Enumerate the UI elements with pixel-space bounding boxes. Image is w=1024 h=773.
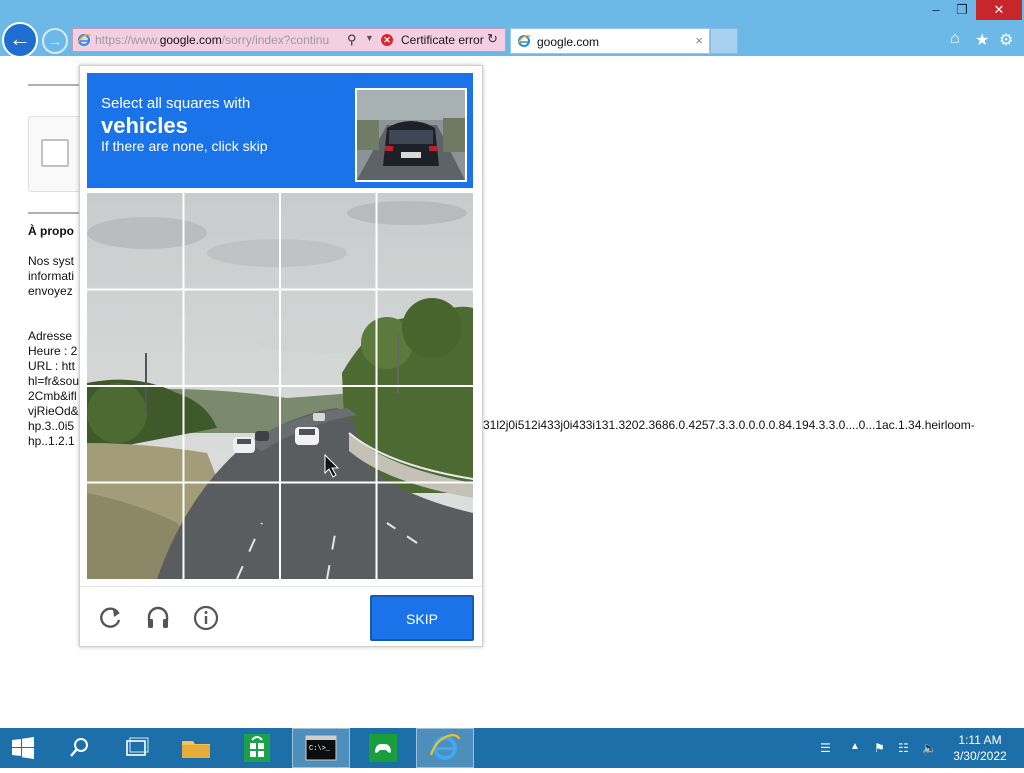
info-icon[interactable]: [193, 605, 219, 631]
close-window-button[interactable]: ✕: [976, 0, 1022, 20]
browser-chrome: – ❐ ✕ ← → https://www.google.com/sorry/i…: [0, 0, 1024, 58]
body-line: Nos syst: [28, 254, 75, 268]
grid-tile[interactable]: [87, 290, 182, 385]
grid-tile[interactable]: [378, 484, 473, 579]
detail-line: hp.3..0i5: [28, 419, 75, 433]
detail-line: hl=fr&sou: [28, 374, 80, 388]
terminal-icon: C:\>_: [305, 735, 337, 761]
grid-tile[interactable]: [184, 484, 279, 579]
home-icon[interactable]: ⌂: [950, 30, 960, 48]
taskbar-file-explorer[interactable]: [173, 728, 219, 768]
grid-tile[interactable]: [281, 387, 376, 482]
favorites-star-icon[interactable]: ★: [975, 30, 989, 50]
grid-tile[interactable]: [184, 387, 279, 482]
taskbar: C:\>_ ☰ ▲ ⚑ ☷ 🔈 1:11 AM 3/30/2022: [0, 728, 1024, 768]
arrow-left-icon: ←: [9, 26, 31, 51]
taskbar-xbox[interactable]: [356, 728, 410, 768]
flag-icon[interactable]: ⚑: [874, 741, 885, 755]
system-clock[interactable]: 1:11 AM 3/30/2022: [944, 732, 1016, 764]
ie-tab-icon: [517, 35, 531, 47]
store-icon: [244, 734, 270, 762]
grid-tile[interactable]: [281, 193, 376, 288]
certificate-error-icon[interactable]: ✕: [381, 34, 393, 46]
detail-line: Adresse: [28, 329, 73, 343]
grid-tile[interactable]: [87, 387, 182, 482]
headphones-icon[interactable]: [145, 605, 171, 631]
detail-line: hp..1.2.1: [28, 434, 75, 448]
xbox-icon: [369, 734, 397, 762]
recaptcha-challenge: Select all squares with vehicles If ther…: [79, 65, 483, 647]
grid-tile[interactable]: [184, 193, 279, 288]
clock-date: 3/30/2022: [953, 749, 1007, 763]
grid-tile[interactable]: [378, 290, 473, 385]
windows-logo-icon: [12, 737, 34, 759]
forward-button[interactable]: →: [42, 28, 68, 54]
reload-icon[interactable]: [98, 605, 124, 631]
tab-label: google.com: [537, 35, 600, 49]
refresh-icon[interactable]: ↻: [487, 31, 498, 47]
detail-line: Heure : 2: [28, 344, 78, 358]
prompt-target: vehicles: [101, 113, 188, 138]
taskbar-internet-explorer[interactable]: [416, 728, 474, 768]
ie-page-icon: [77, 34, 91, 46]
grid-tile[interactable]: [87, 484, 182, 579]
challenge-header: Select all squares with vehicles If ther…: [87, 73, 473, 188]
prompt-hint: If there are none, click skip: [101, 138, 268, 154]
certificate-error-label[interactable]: Certificate error: [401, 33, 484, 47]
internet-explorer-icon: [429, 734, 461, 760]
grid-tile[interactable]: [378, 387, 473, 482]
chevron-down-icon[interactable]: ▼: [365, 33, 374, 43]
taskbar-command-prompt[interactable]: C:\>_: [292, 728, 350, 768]
body-line: envoyez: [28, 284, 73, 298]
grid-tile[interactable]: [378, 193, 473, 288]
restore-button[interactable]: ❐: [946, 0, 978, 20]
taskbar-store[interactable]: [234, 728, 280, 768]
arrow-right-icon: →: [48, 33, 62, 49]
address-bar[interactable]: https://www.google.com/sorry/index?conti…: [72, 28, 506, 52]
detail-line: vjRieOd&: [28, 404, 79, 418]
skip-button[interactable]: SKIP: [370, 595, 474, 641]
image-grid: [87, 193, 473, 579]
action-center-icon[interactable]: ☰: [820, 741, 831, 755]
network-icon[interactable]: ☷: [898, 741, 909, 755]
task-view-icon: [126, 737, 149, 756]
new-tab-button[interactable]: [710, 28, 738, 54]
folder-icon: [182, 741, 210, 758]
clock-time: 1:11 AM: [958, 733, 1002, 747]
prompt-line-1: Select all squares with: [101, 95, 251, 112]
gear-icon[interactable]: ⚙: [999, 30, 1013, 50]
example-image: [355, 88, 467, 182]
url-continuation-text: 31l2j0i512i433j0i433i131.3202.3686.0.425…: [483, 418, 975, 432]
detail-line: 2Cmb&ifl: [28, 389, 77, 403]
search-icon: [70, 738, 88, 757]
grid-tile[interactable]: [281, 484, 376, 579]
tab-close-button[interactable]: ×: [695, 33, 703, 48]
challenge-footer: SKIP: [80, 586, 482, 647]
detail-line: URL : htt: [28, 359, 75, 373]
search-button[interactable]: [56, 728, 102, 768]
svg-text:C:\>_: C:\>_: [309, 745, 331, 753]
url-text[interactable]: https://www.google.com/sorry/index?conti…: [95, 33, 347, 47]
chevron-up-icon[interactable]: ▲: [850, 741, 860, 752]
search-icon[interactable]: ⚲: [347, 32, 357, 48]
start-button[interactable]: [0, 728, 46, 768]
grid-tile[interactable]: [184, 290, 279, 385]
tile-grid: [87, 193, 473, 579]
grid-tile[interactable]: [87, 193, 182, 288]
checkbox[interactable]: [41, 139, 69, 167]
page-heading: À propo: [28, 224, 74, 238]
body-line: informati: [28, 269, 75, 283]
task-view-button[interactable]: [113, 728, 159, 768]
back-button[interactable]: ←: [2, 22, 38, 58]
volume-icon[interactable]: 🔈: [922, 741, 937, 755]
example-car-image: [357, 90, 465, 180]
grid-tile[interactable]: [281, 290, 376, 385]
tab-google[interactable]: google.com ×: [510, 28, 710, 54]
